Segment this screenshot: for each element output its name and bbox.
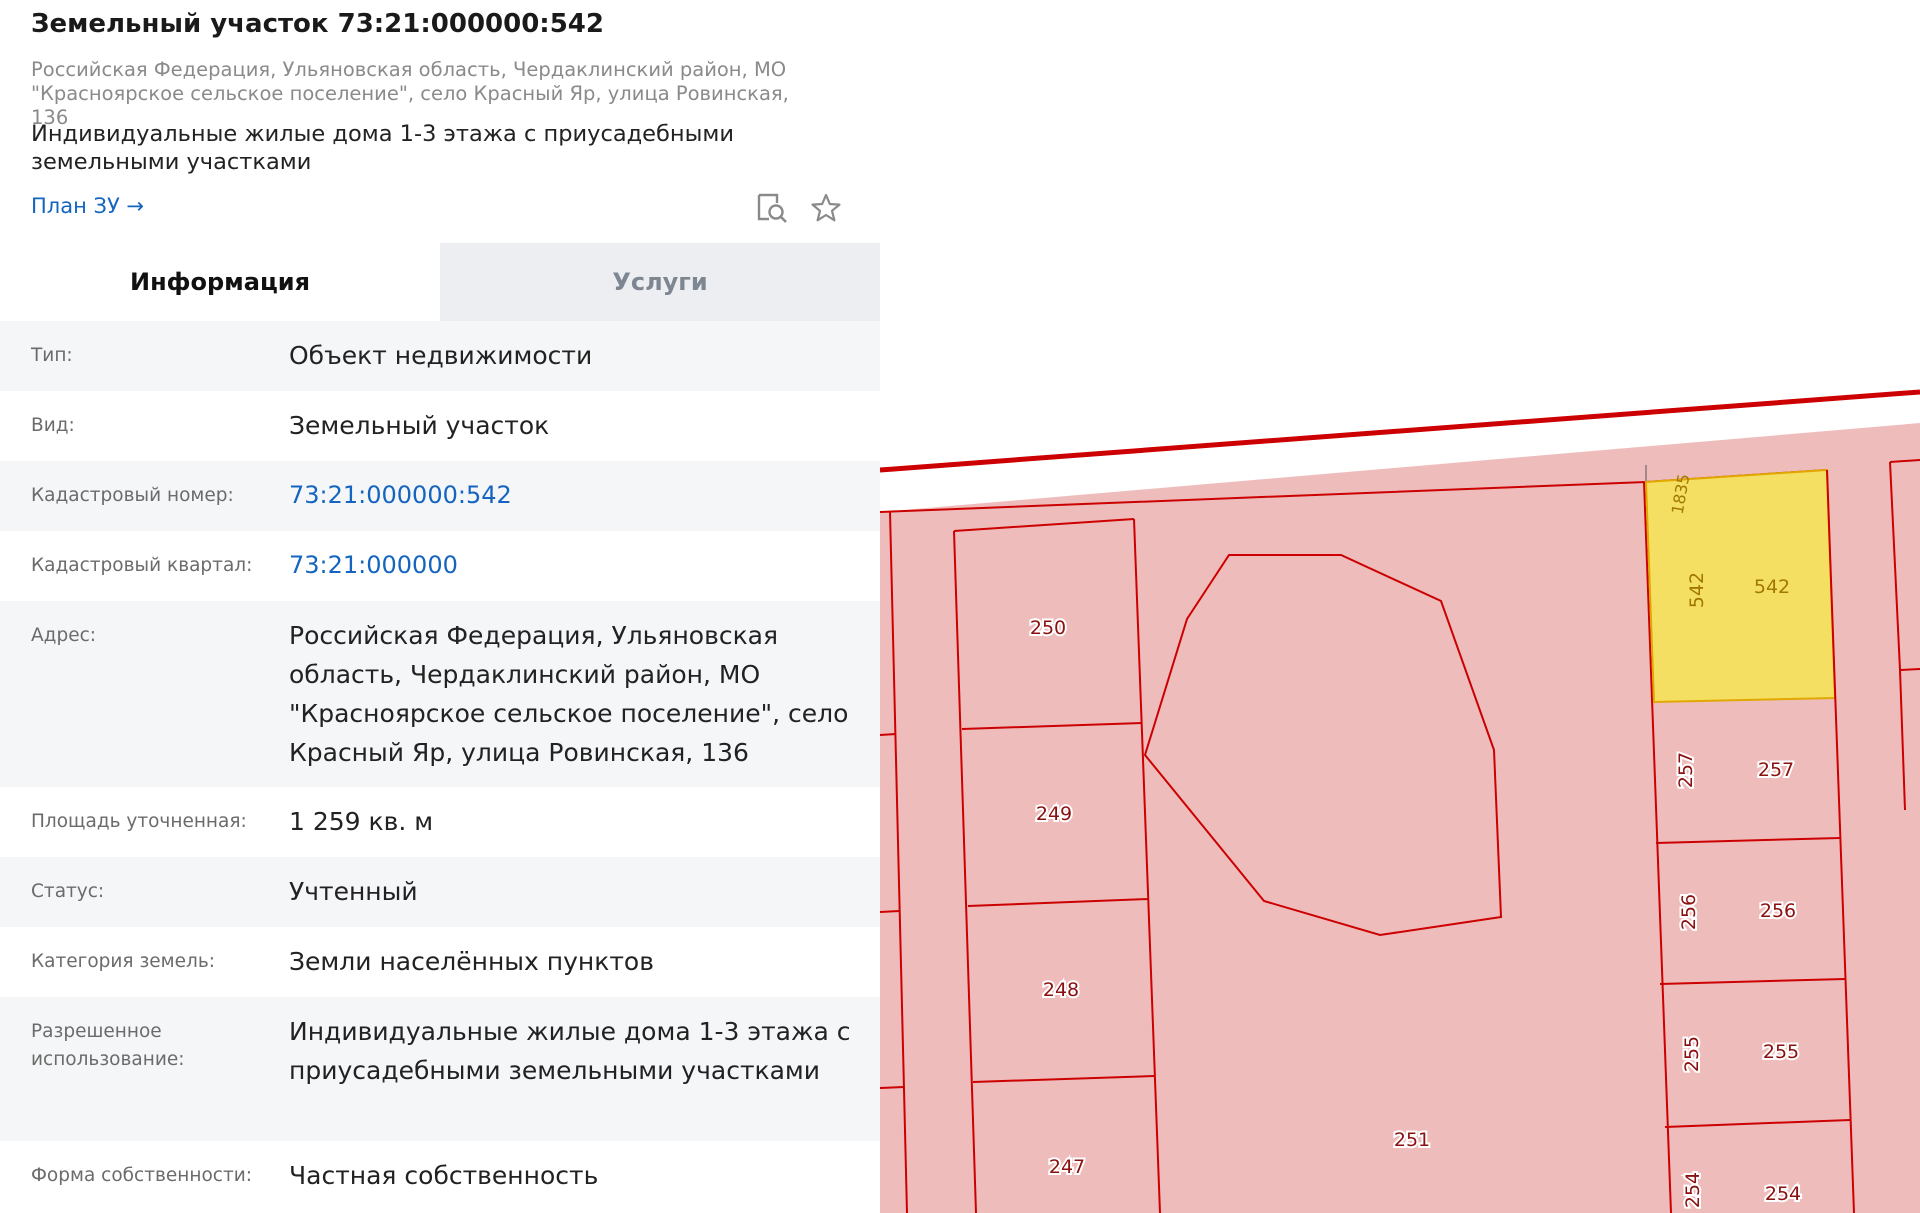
cadastral-number-link[interactable]: 73:21:000000:542 xyxy=(289,461,880,531)
parcel-edge xyxy=(880,733,897,736)
info-label: Вид: xyxy=(31,415,75,436)
info-row-area: Площадь уточненная: 1 259 кв. м xyxy=(0,787,880,857)
parcel-label: 250 xyxy=(1030,617,1066,639)
info-value: Частная собственность xyxy=(289,1161,599,1190)
info-row-cadastral-number: Кадастровый номер: 73:21:000000:542 xyxy=(0,461,880,531)
tab-information[interactable]: Информация xyxy=(0,243,440,321)
info-value: Земельный участок xyxy=(289,411,550,440)
star-icon[interactable] xyxy=(808,190,844,226)
parcel-label: 247 xyxy=(1049,1156,1085,1178)
parcel-label: 542 xyxy=(1754,576,1790,598)
info-row-kind: Вид: Земельный участок xyxy=(0,391,880,461)
info-label: Площадь уточненная: xyxy=(31,811,247,832)
info-row-address: Адрес: Российская Федерация, Ульяновская… xyxy=(0,601,880,787)
info-table: Тип: Объект недвижимости Вид: Земельный … xyxy=(0,321,880,1211)
info-value: Индивидуальные жилые дома 1-3 этажа с пр… xyxy=(289,1017,851,1085)
tab-services[interactable]: Услуги xyxy=(440,243,880,321)
info-value: Объект недвижимости xyxy=(289,341,593,370)
parcel-edge xyxy=(1899,668,1920,671)
parcel-label: 256 xyxy=(1760,900,1796,922)
parcel-label: 542 xyxy=(1686,572,1708,608)
info-label: Тип: xyxy=(31,345,73,366)
parcel-label: 248 xyxy=(1043,979,1079,1001)
info-label: Категория земель: xyxy=(31,951,215,972)
info-label: Кадастровый квартал: xyxy=(31,555,253,576)
info-row-type: Тип: Объект недвижимости xyxy=(0,321,880,391)
cadastral-map[interactable]: 250 249 248 247 251 1835 542 542 257 257… xyxy=(880,0,1920,1213)
parcel-label: 257 xyxy=(1675,752,1697,788)
parcel-label: 255 xyxy=(1763,1041,1799,1063)
cadastral-quarter-link[interactable]: 73:21:000000 xyxy=(289,531,880,601)
parcel-label: 255 xyxy=(1681,1036,1703,1072)
parcel-label: 251 xyxy=(1394,1129,1430,1151)
map-canvas[interactable]: 250 249 248 247 251 1835 542 542 257 257… xyxy=(880,0,1920,1213)
info-value: Учтенный xyxy=(289,877,418,906)
plan-link[interactable]: План ЗУ → xyxy=(31,194,144,218)
parcel-label: 254 xyxy=(1765,1183,1801,1205)
parcel-edge xyxy=(880,910,901,913)
page-title: Земельный участок 73:21:000000:542 xyxy=(31,9,604,39)
info-label: Разрешенное использование: xyxy=(31,1021,185,1070)
info-value: 1 259 кв. м xyxy=(289,807,434,836)
info-row-ownership: Форма собственности: Частная собственнос… xyxy=(0,1141,880,1211)
info-label: Кадастровый номер: xyxy=(31,485,234,506)
permitted-use-subtitle: Индивидуальные жилые дома 1-3 этажа с пр… xyxy=(31,121,734,175)
parcel-label: 249 xyxy=(1036,803,1072,825)
info-panel: Земельный участок 73:21:000000:542 Росси… xyxy=(0,0,880,1213)
info-row-land-category: Категория земель: Земли населённых пункт… xyxy=(0,927,880,997)
parcel-label: 254 xyxy=(1682,1172,1704,1208)
parcel-edge xyxy=(880,1086,905,1089)
info-label: Форма собственности: xyxy=(31,1165,253,1186)
info-value: Земли населённых пунктов xyxy=(289,947,654,976)
info-label: Адрес: xyxy=(31,625,96,646)
info-value: Российская Федерация, Ульяновская област… xyxy=(289,621,849,767)
parcel-label: 256 xyxy=(1678,894,1700,930)
info-row-permitted-use: Разрешенное использование: Индивидуальны… xyxy=(0,997,880,1141)
tab-bar: Информация Услуги xyxy=(0,243,880,321)
info-row-cadastral-quarter: Кадастровый квартал: 73:21:000000 xyxy=(0,531,880,601)
info-row-status: Статус: Учтенный xyxy=(0,857,880,927)
parcel-label: 257 xyxy=(1758,759,1794,781)
info-label: Статус: xyxy=(31,881,105,902)
preview-search-icon[interactable] xyxy=(754,190,790,226)
